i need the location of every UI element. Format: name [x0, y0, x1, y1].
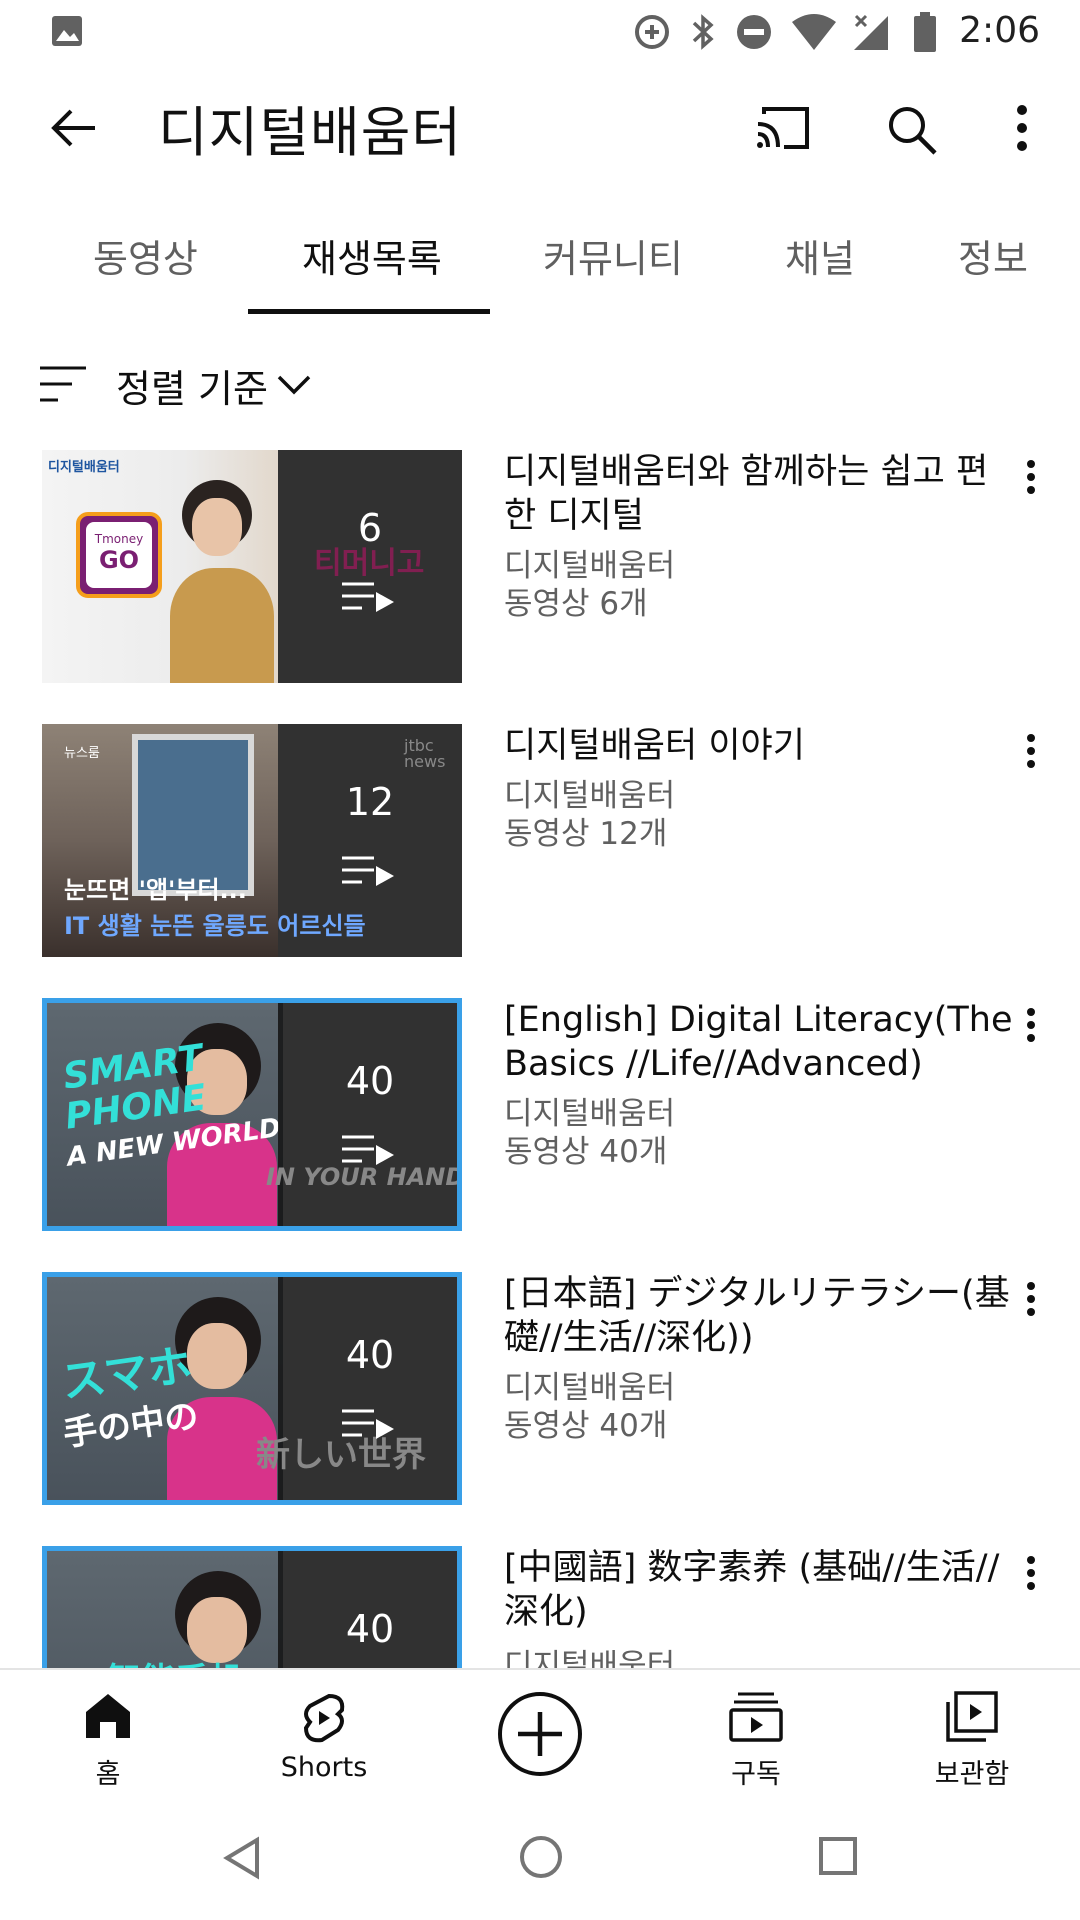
signal-icon: [852, 12, 892, 56]
back-button[interactable]: [46, 100, 102, 156]
playlist-play-icon: [340, 580, 396, 618]
thumbnail-image: 디지털배움터 Tmoney GO: [42, 450, 278, 683]
playlist-title[interactable]: 디지털배움터 이야기: [504, 724, 1014, 768]
more-vert-icon[interactable]: [1026, 734, 1050, 774]
create-icon: [496, 1690, 584, 1782]
thumbnail-image: 智能手机: [47, 1551, 283, 1668]
more-vert-icon[interactable]: [1026, 460, 1050, 500]
playlist-play-icon: [340, 1407, 396, 1445]
cast-button[interactable]: [752, 100, 814, 156]
presenter-outfit: [170, 568, 274, 683]
playlist-video-count: 40: [345, 1607, 395, 1651]
thumbnail-image: SMART PHONE A NEW WORLD: [47, 1003, 283, 1226]
square-recents-icon: [819, 1837, 857, 1875]
playlist-title[interactable]: [中國語] 数字素养 (基础//生活//深化): [504, 1546, 1014, 1634]
playlist-count-overlay: 40: [278, 1551, 457, 1668]
playlist-title[interactable]: 디지털배움터와 함께하는 쉽고 편한 디지털: [504, 450, 1014, 538]
playlist-thumbnail[interactable]: 디지털배움터 Tmoney GO 티머니고 6: [42, 450, 462, 683]
playlist-video-count: 40: [345, 1333, 395, 1377]
playlist-play-icon: [340, 1133, 396, 1171]
home-icon: [80, 1690, 136, 1746]
playlist-thumbnail[interactable]: スマホ 手の中の 新しい世界 40: [42, 1272, 462, 1505]
nav-library[interactable]: 보관함: [872, 1670, 1072, 1800]
do-not-disturb-icon: [734, 12, 774, 56]
tab-community[interactable]: 커뮤니티: [543, 228, 683, 283]
tab-about[interactable]: 정보: [958, 228, 1028, 283]
nav-home[interactable]: 홈: [8, 1670, 208, 1800]
subscriptions-icon: [728, 1690, 784, 1746]
data-saver-icon: [632, 12, 672, 56]
gallery-notification-icon: [50, 14, 84, 52]
playlist-count-overlay: IN YOUR HAND 40: [266, 1003, 457, 1226]
playlist-thumbnail[interactable]: 智能手机 40: [42, 1546, 462, 1668]
status-bar: 2:06: [0, 0, 1080, 64]
thumbnail-logo: 디지털배움터: [48, 460, 120, 475]
bluetooth-icon: [688, 12, 718, 56]
tab-playlists[interactable]: 재생목록: [302, 228, 442, 283]
playlist-title[interactable]: [English] Digital Literacy(The Basics //…: [504, 998, 1014, 1086]
playlist-count-overlay: 新しい世界 40: [256, 1277, 457, 1500]
battery-icon: [912, 12, 938, 58]
thumbnail-caption: 눈뜨면 '앱'부터...: [64, 876, 247, 904]
tab-videos[interactable]: 동영상: [93, 228, 198, 283]
cast-icon: [757, 107, 809, 149]
presenter-face: [187, 1323, 247, 1389]
system-home-button[interactable]: [518, 1834, 564, 1884]
circle-home-icon: [520, 1836, 562, 1878]
playlist-channel: 디지털배움터: [504, 1648, 676, 1668]
playlist-title[interactable]: [日本語] デジタルリテラシー(基礎//生活//深化)): [504, 1272, 1014, 1360]
playlist-play-icon: [340, 854, 396, 892]
playlist-item[interactable]: SMART PHONE A NEW WORLD IN YOUR HAND 40 …: [0, 998, 1080, 1232]
sort-label: 정렬 기준: [116, 367, 268, 411]
playlist-video-total: 동영상 12개: [504, 816, 668, 852]
tab-channels[interactable]: 채널: [785, 228, 855, 283]
search-icon: [889, 107, 937, 155]
channel-tabs: 동영상 재생목록 커뮤니티 채널 정보: [0, 220, 1080, 316]
playlist-item[interactable]: 디지털배움터 Tmoney GO 티머니고 6 디지털배움터와 함께하는 쉽고 …: [0, 450, 1080, 684]
playlist-count-overlay: 티머니고 6: [278, 450, 462, 683]
active-tab-indicator: [248, 309, 490, 314]
system-recents-button[interactable]: [818, 1836, 858, 1880]
page-title: 디지털배움터: [158, 101, 463, 164]
nav-shorts[interactable]: Shorts: [224, 1670, 424, 1800]
more-vert-icon: [1017, 105, 1027, 151]
library-icon: [944, 1690, 1000, 1746]
triangle-back-icon: [223, 1836, 259, 1880]
more-vert-icon[interactable]: [1026, 1556, 1050, 1596]
system-navigation-bar: [0, 1798, 1080, 1920]
playlist-video-total: 동영상 6개: [504, 586, 648, 622]
back-arrow-icon: [51, 109, 95, 147]
more-vert-icon[interactable]: [1026, 1282, 1050, 1322]
status-time: 2:06: [959, 10, 1040, 51]
bottom-navigation: 홈 Shorts 구독 보관함: [0, 1668, 1080, 1800]
search-button[interactable]: [882, 100, 942, 160]
playlist-item[interactable]: 뉴스룸 jtbc news 12 눈뜨면 '앱'부터... IT 생활 눈뜬 울…: [0, 724, 1080, 958]
thumbnail-caption: IT 생활 눈뜬 울릉도 어르신들: [64, 912, 366, 940]
system-back-button[interactable]: [222, 1836, 262, 1884]
playlist-thumbnail[interactable]: SMART PHONE A NEW WORLD IN YOUR HAND 40: [42, 998, 462, 1231]
wifi-icon: [790, 12, 838, 56]
playlist-video-total: 동영상 40개: [504, 1134, 668, 1170]
more-options-button[interactable]: [1004, 100, 1040, 156]
nav-subscriptions[interactable]: 구독: [656, 1670, 856, 1800]
shorts-icon: [296, 1690, 352, 1750]
playlist-item[interactable]: 智能手机 40 [中國語] 数字素养 (基础//生活//深化) 디지털배움터: [0, 1546, 1080, 1668]
thumbnail-image: スマホ 手の中の: [47, 1277, 283, 1500]
playlist-video-count: 12: [345, 780, 395, 824]
nav-create[interactable]: [440, 1670, 640, 1800]
tmoney-app-icon: Tmoney GO: [76, 512, 162, 598]
playlist-item[interactable]: スマホ 手の中の 新しい世界 40 [日本語] デジタルリテラシー(基礎//生活…: [0, 1272, 1080, 1506]
sort-icon: [38, 364, 88, 408]
playlist-thumbnail[interactable]: 뉴스룸 jtbc news 12 눈뜨면 '앱'부터... IT 생활 눈뜬 울…: [42, 724, 462, 957]
chevron-down-icon: [276, 374, 312, 400]
presenter-face: [192, 498, 242, 556]
more-vert-icon[interactable]: [1026, 1008, 1050, 1048]
playlist-video-count: 6: [357, 506, 383, 550]
sort-button[interactable]: 정렬 기준: [0, 350, 1080, 420]
playlist-video-count: 40: [345, 1059, 395, 1103]
playlist-video-total: 동영상 40개: [504, 1408, 668, 1444]
